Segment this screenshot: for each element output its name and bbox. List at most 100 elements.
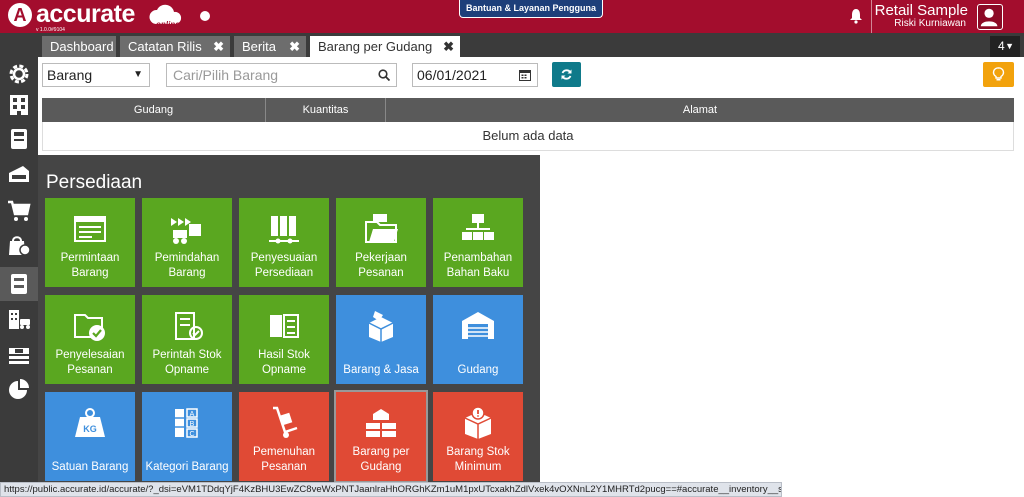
settings-icon [9, 64, 29, 84]
item-icon [368, 311, 394, 342]
tile-perintah-stok-opname[interactable]: Perintah Stok Opname [142, 295, 232, 384]
sidebar [0, 57, 38, 497]
tile-permintaan-barang[interactable]: Permintaan Barang [45, 198, 135, 287]
close-icon[interactable]: ✖ [213, 36, 224, 57]
stock-result-icon [270, 314, 299, 338]
tile-label-line2: Kategori Barang [145, 461, 229, 473]
company-name[interactable]: Retail Sample [872, 2, 968, 19]
svg-text:C: C [189, 431, 194, 438]
notification-bell-icon[interactable] [848, 8, 864, 24]
tile-barang-stok-minimum[interactable]: Barang Stok Minimum [433, 392, 523, 481]
sales-icon [9, 236, 31, 256]
tile-label-line2: Opname [164, 364, 210, 376]
logo-text: accurate [36, 0, 135, 28]
tile-barang-per-gudang[interactable]: Barang per Gudang [334, 390, 428, 483]
date-input[interactable]: 06/01/2021 [412, 63, 538, 87]
refresh-button[interactable] [552, 62, 581, 87]
calendar-icon[interactable] [519, 69, 531, 81]
tab-berita[interactable]: Berita ✖ [234, 36, 306, 57]
tile-hasil-stok-opname[interactable]: Hasil Stok Opname [239, 295, 329, 384]
user-name[interactable]: Riski Kurniawan [872, 18, 966, 29]
tile-barang-jasa[interactable]: Barang & Jasa [336, 295, 426, 384]
tile-label-line2: Gudang [360, 461, 402, 473]
asset-icon [9, 310, 30, 329]
tile-label-line2: Pesanan [358, 267, 404, 279]
tab-catatan-rilis[interactable]: Catatan Rilis ✖ [120, 36, 230, 57]
tile-label-line1: Barang Stok [446, 446, 510, 458]
tile-pemenuhan-pesanan[interactable]: Pemenuhan Pesanan [239, 392, 329, 481]
tile-label-line2: Minimum [454, 461, 502, 473]
completed-icon [74, 314, 105, 341]
folder-icon [365, 214, 398, 243]
tile-label-line2: Barang & Jasa [343, 364, 419, 376]
tile-label-line2: Opname [261, 364, 307, 376]
svg-text:KG: KG [83, 424, 97, 434]
logo-online: online [156, 20, 180, 29]
filter-select[interactable]: Barang ▼ [42, 63, 150, 87]
svg-text:A: A [190, 411, 195, 418]
column-header-kuantitas[interactable]: Kuantitas [266, 98, 386, 122]
tile-label-line2: Pesanan [261, 461, 307, 473]
tile-label-line1: Penyesuaian [250, 252, 318, 264]
help-button[interactable]: Bantuan & Layanan Pengguna [459, 0, 604, 18]
sidebar-item-bank[interactable] [0, 156, 38, 190]
svg-text:B: B [190, 421, 195, 428]
tile-gudang[interactable]: Gudang [433, 295, 523, 384]
sidebar-item-purchase[interactable] [0, 194, 38, 228]
filter-select-value: Barang [47, 67, 93, 83]
close-icon[interactable]: ✖ [443, 36, 454, 57]
cart-icon [8, 200, 31, 221]
tile-pekerjaan-pesanan[interactable]: Pekerjaan Pesanan [336, 198, 426, 287]
search-icon[interactable] [378, 69, 390, 81]
inventory-panel: Persediaan Permintaan Barang Pemindahan Ba… [38, 155, 540, 497]
tips-button[interactable] [983, 62, 1014, 87]
tile-penyelesaian-pesanan[interactable]: Penyelesaian Pesanan [45, 295, 135, 384]
tile-label-line2: Satuan Barang [51, 461, 129, 473]
user-icon [980, 8, 998, 27]
tile-label-line1: Penambahan [443, 252, 513, 264]
date-value: 06/01/2021 [417, 67, 488, 83]
tab-bar: Dashboard Catatan Rilis ✖ Berita ✖ Baran… [0, 33, 1024, 57]
column-header-gudang[interactable]: Gudang [42, 98, 266, 122]
sidebar-item-settings[interactable] [0, 57, 38, 91]
tile-label-line2: Bahan Baku [446, 267, 510, 279]
column-header-alamat[interactable]: Alamat [386, 98, 1014, 122]
warehouse-icon [462, 312, 494, 339]
tile-label-line1: Pemindahan [154, 252, 220, 264]
chevron-down-icon: ▼ [1005, 41, 1014, 51]
user-avatar[interactable] [977, 4, 1003, 30]
sidebar-item-ledger[interactable] [0, 122, 38, 156]
chevron-down-icon: ▼ [133, 69, 143, 80]
tab-barang-per-gudang[interactable]: Barang per Gudang ✖ [310, 36, 460, 57]
sidebar-item-sales[interactable] [0, 228, 38, 262]
sidebar-item-company[interactable] [0, 88, 38, 122]
tab-label: Barang per Gudang [318, 39, 433, 54]
tile-penambahan-bahan-baku[interactable]: Penambahan Bahan Baku [433, 198, 523, 287]
tile-satuan-barang[interactable]: KG Satuan Barang [45, 392, 135, 481]
sidebar-item-asset[interactable] [0, 302, 38, 336]
tab-count-dropdown[interactable]: 4 ▼ [990, 36, 1020, 57]
boxes-icon [366, 409, 396, 437]
tile-penyesuaian-persediaan[interactable]: Penyesuaian Persediaan [239, 198, 329, 287]
lightbulb-icon [992, 67, 1005, 81]
tile-pemindahan-barang[interactable]: Pemindahan Barang [142, 198, 232, 287]
tab-dashboard[interactable]: Dashboard [42, 36, 116, 57]
panel-title: Persediaan [46, 172, 143, 193]
category-icon: A B C [175, 408, 198, 438]
inventory-icon [11, 274, 27, 294]
refresh-icon [561, 69, 572, 80]
sidebar-item-report[interactable] [0, 373, 38, 407]
table-empty-message: Belum ada data [42, 122, 1014, 151]
item-search-input[interactable]: Cari/Pilih Barang [166, 63, 397, 87]
close-icon[interactable]: ✖ [289, 36, 300, 57]
trolley-icon [273, 406, 298, 438]
tab-count-value: 4 [998, 39, 1005, 53]
sidebar-item-tax[interactable] [0, 338, 38, 372]
sidebar-item-inventory[interactable] [0, 267, 38, 301]
tile-kategori-barang[interactable]: A B C Kategori Barang [142, 392, 232, 481]
tile-label-line1: Pemenuhan [252, 446, 316, 458]
logo-mark-icon: A [8, 3, 32, 27]
material-icon [462, 214, 494, 240]
tab-label: Dashboard [50, 39, 114, 54]
adjustment-icon [269, 216, 299, 244]
